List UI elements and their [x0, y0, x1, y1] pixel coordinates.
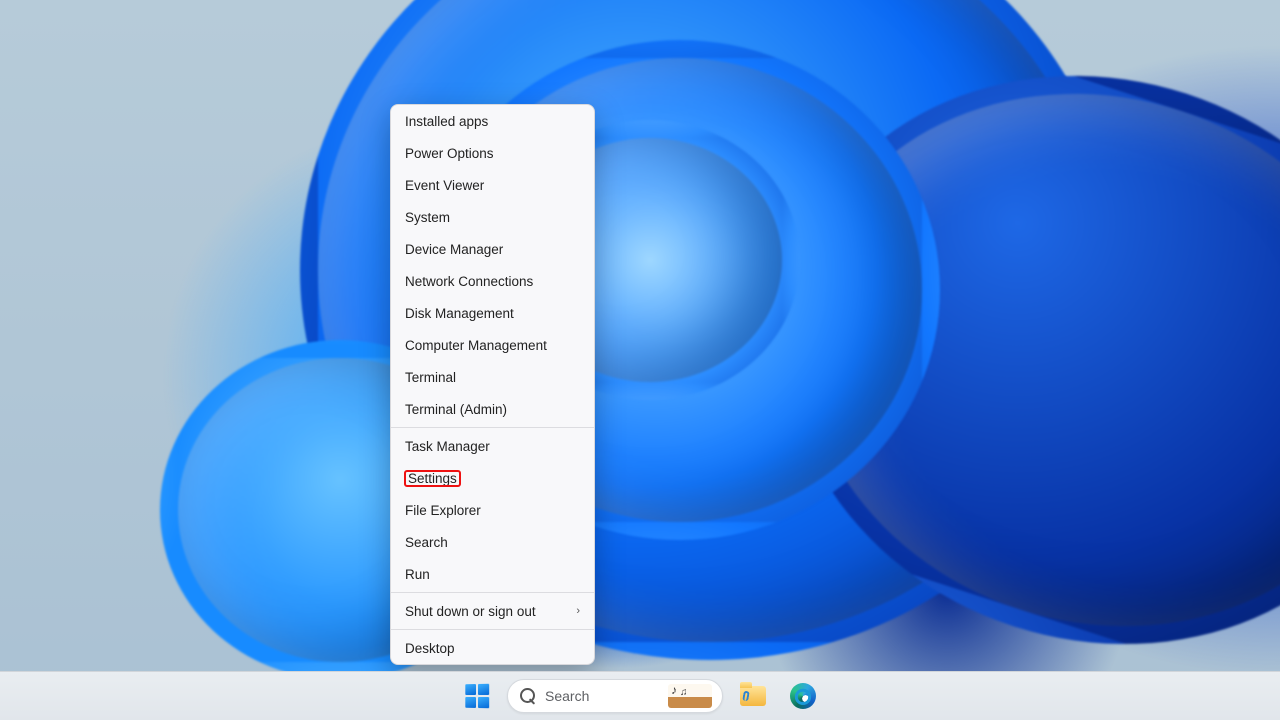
chevron-right-icon: › [576, 605, 580, 617]
taskbar-search[interactable]: Search [507, 679, 723, 713]
menu-item-label: Device Manager [405, 242, 503, 257]
menu-item-system[interactable]: System [391, 201, 594, 233]
menu-item-label: System [405, 210, 450, 225]
menu-item-installed-apps[interactable]: Installed apps [391, 105, 594, 137]
menu-separator [391, 592, 594, 593]
edge-button[interactable] [783, 676, 823, 716]
menu-item-label: Computer Management [405, 338, 547, 353]
menu-item-file-explorer[interactable]: File Explorer [391, 494, 594, 526]
menu-item-label: Disk Management [405, 306, 514, 321]
menu-item-label: Installed apps [405, 114, 488, 129]
taskbar: Search [0, 671, 1280, 720]
menu-item-label: Task Manager [405, 439, 490, 454]
menu-item-label: Run [405, 567, 430, 582]
menu-item-terminal[interactable]: Terminal [391, 361, 594, 393]
menu-item-search[interactable]: Search [391, 526, 594, 558]
menu-item-label: Terminal (Admin) [405, 402, 507, 417]
menu-item-run[interactable]: Run [391, 558, 594, 590]
start-icon [465, 684, 489, 709]
menu-item-label: Shut down or sign out [405, 604, 536, 619]
menu-item-settings[interactable]: Settings [391, 462, 594, 494]
menu-item-label: Power Options [405, 146, 494, 161]
menu-item-task-manager[interactable]: Task Manager [391, 430, 594, 462]
menu-item-label: Desktop [405, 641, 455, 656]
menu-item-device-manager[interactable]: Device Manager [391, 233, 594, 265]
search-placeholder: Search [545, 688, 659, 704]
menu-item-disk-management[interactable]: Disk Management [391, 297, 594, 329]
menu-item-label: Settings [405, 471, 460, 486]
search-highlight-thumbnail [668, 684, 712, 708]
menu-item-shut-down-or-sign-out[interactable]: Shut down or sign out › [391, 595, 594, 627]
menu-item-terminal-admin[interactable]: Terminal (Admin) [391, 393, 594, 425]
menu-item-label: Network Connections [405, 274, 533, 289]
menu-item-network-connections[interactable]: Network Connections [391, 265, 594, 297]
menu-item-label: Search [405, 535, 448, 550]
menu-separator [391, 629, 594, 630]
menu-item-label: Terminal [405, 370, 456, 385]
menu-item-power-options[interactable]: Power Options [391, 137, 594, 169]
file-explorer-icon [740, 686, 766, 706]
menu-item-label: File Explorer [405, 503, 481, 518]
file-explorer-button[interactable] [733, 676, 773, 716]
start-button[interactable] [457, 676, 497, 716]
start-context-menu: Installed apps Power Options Event Viewer S… [390, 104, 595, 665]
menu-item-label: Event Viewer [405, 178, 484, 193]
edge-icon [790, 683, 816, 709]
menu-item-event-viewer[interactable]: Event Viewer [391, 169, 594, 201]
search-icon [520, 688, 536, 704]
menu-item-computer-management[interactable]: Computer Management [391, 329, 594, 361]
menu-item-desktop[interactable]: Desktop [391, 632, 594, 664]
menu-separator [391, 427, 594, 428]
